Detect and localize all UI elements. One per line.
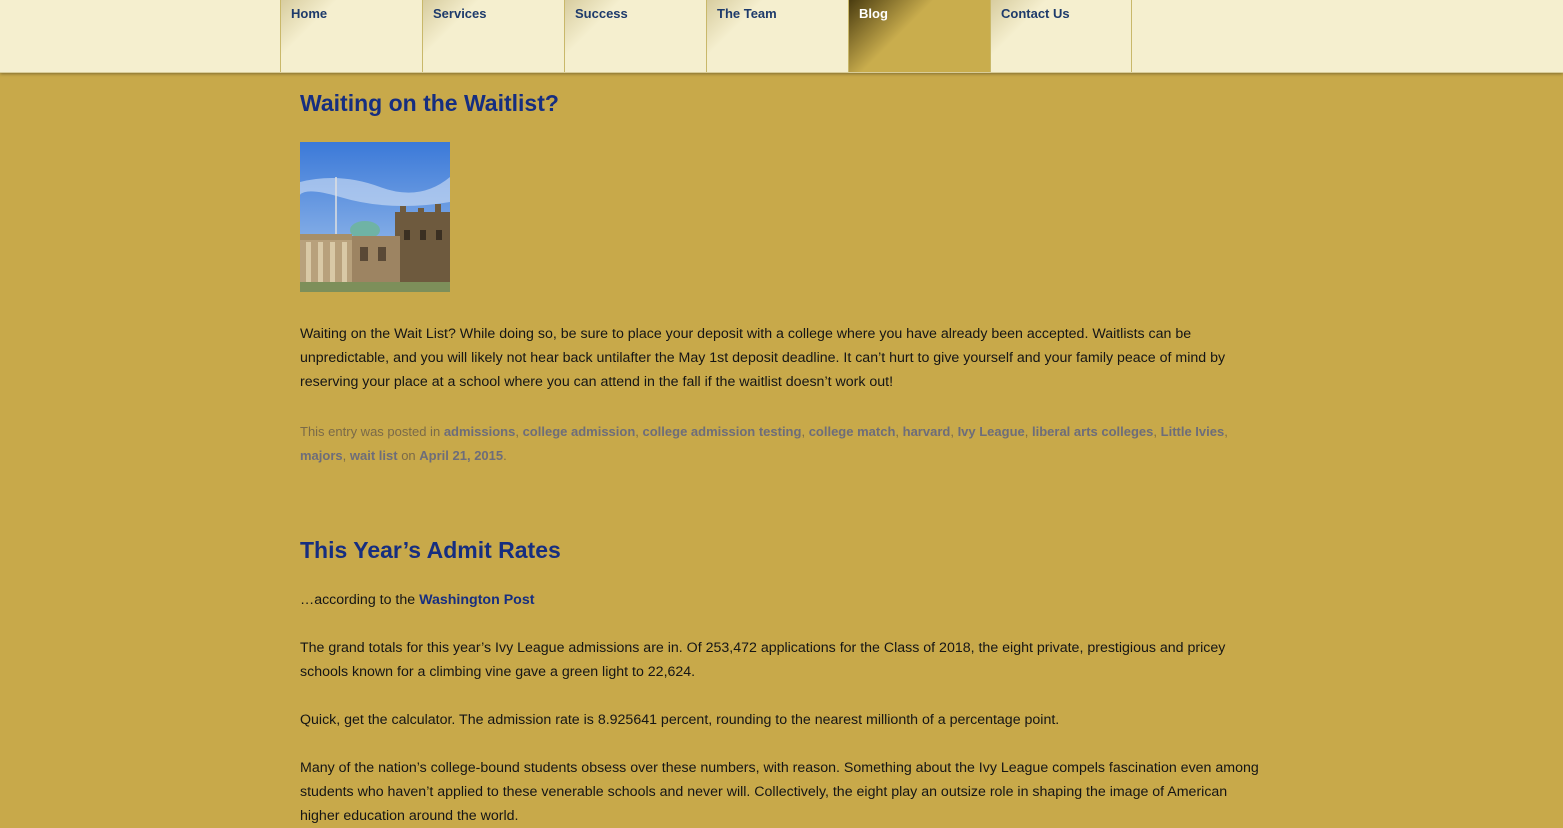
tag-link[interactable]: wait list xyxy=(350,448,398,463)
tag-link[interactable]: college admission xyxy=(523,424,636,439)
tag-link[interactable]: college match xyxy=(809,424,896,439)
source-link[interactable]: Washington Post xyxy=(419,592,534,608)
post-title[interactable]: This Year’s Admit Rates xyxy=(300,537,561,564)
post-meta: This entry was posted in admissions, col… xyxy=(300,424,1228,463)
tag-link[interactable]: Little Ivies xyxy=(1161,424,1225,439)
tag-link[interactable]: admissions xyxy=(444,424,516,439)
post-excerpt: Waiting on the Wait List? While doing so… xyxy=(300,326,1226,390)
nav-item-success[interactable]: Success xyxy=(564,0,706,72)
campus-building-photo xyxy=(300,142,450,292)
post-date-link[interactable]: April 21, 2015 xyxy=(419,448,503,463)
nav-item-blog[interactable]: Blog xyxy=(848,0,990,72)
post-title[interactable]: Waiting on the Waitlist? xyxy=(300,90,559,117)
tag-link[interactable]: college admission testing xyxy=(643,424,802,439)
nav-item-the-team[interactable]: The Team xyxy=(706,0,848,72)
intro-text: …according to the xyxy=(300,592,416,608)
tag-link[interactable]: majors xyxy=(300,448,343,463)
nav-item-services[interactable]: Services xyxy=(422,0,564,72)
nav-item-contact-us[interactable]: Contact Us xyxy=(990,0,1132,72)
post-paragraph: Quick, get the calculator. The admission… xyxy=(300,712,1060,728)
meta-end: . xyxy=(503,448,507,463)
meta-prefix: This entry was posted in xyxy=(300,424,441,439)
post-intro: …according to the Washington Post xyxy=(300,588,1260,612)
post-paragraph: The grand totals for this year’s Ivy Lea… xyxy=(300,640,1226,680)
tag-link[interactable]: liberal arts colleges xyxy=(1032,424,1153,439)
post-thumbnail-image[interactable] xyxy=(300,142,450,292)
meta-on: on xyxy=(401,448,416,463)
post-paragraph: Many of the nation’s college-bound stude… xyxy=(300,760,1259,824)
nav-item-home[interactable]: Home xyxy=(280,0,422,72)
top-navigation-bar: Home Services Success The Team Blog Cont… xyxy=(0,0,1563,73)
main-nav: Home Services Success The Team Blog Cont… xyxy=(280,0,1132,72)
tag-link[interactable]: harvard xyxy=(903,424,951,439)
tag-link[interactable]: Ivy League xyxy=(958,424,1025,439)
